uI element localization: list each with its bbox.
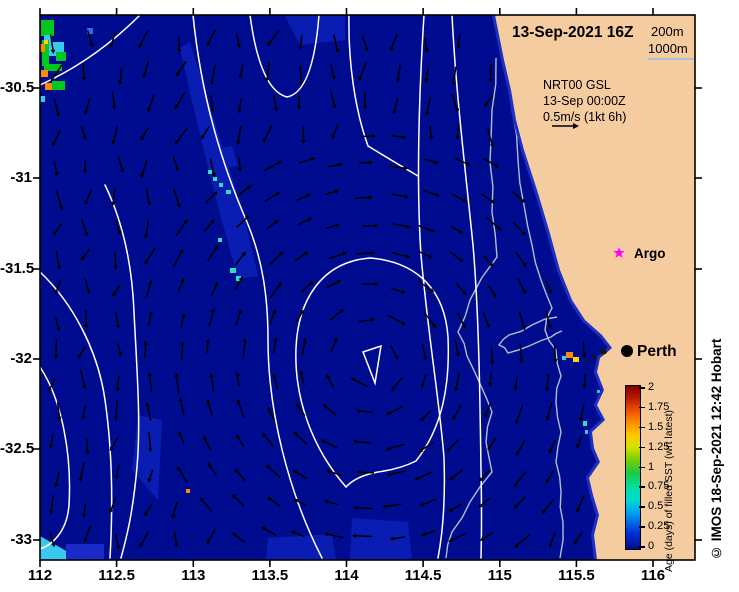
- island: [591, 355, 597, 359]
- sst-age-pixel: [41, 70, 48, 77]
- sst-age-pixel: [186, 489, 190, 493]
- sst-age-pixel: [566, 352, 573, 358]
- colorbar-tick: [639, 466, 645, 468]
- current-arrow: [357, 507, 373, 510]
- sst-age-step-patch: [66, 544, 104, 560]
- sst-age-pixel: [56, 52, 66, 61]
- model-time: 13-Sep 00:00Z: [543, 94, 626, 108]
- current-arrow: [299, 65, 302, 82]
- x-tick-label: 113.5: [251, 567, 289, 584]
- current-arrow: [238, 156, 241, 168]
- current-arrow: [456, 124, 460, 137]
- colorbar-tick: [639, 406, 645, 409]
- x-tick-label: 115: [487, 567, 512, 584]
- x-tick-label: 113: [181, 567, 206, 584]
- sst-age-pixel: [41, 20, 54, 36]
- colorbar-title: Age (days) of filled SST (wrt latest): [663, 409, 675, 572]
- colorbar-tick: [639, 506, 645, 508]
- perth-city-dot: [621, 345, 633, 357]
- sst-age-light-patch: [266, 534, 336, 560]
- colorbar-tick: [639, 426, 645, 429]
- colorbar-tick: [639, 546, 645, 548]
- map-date-title: 13-Sep-2021 16Z: [512, 24, 634, 41]
- colorbar-tick: [639, 486, 645, 488]
- y-tick-label: -31.5: [0, 260, 35, 277]
- island: [599, 349, 607, 355]
- sst-age-pixel: [52, 81, 65, 90]
- sst-age-pixel: [44, 40, 48, 44]
- current-arrow: [180, 345, 184, 361]
- y-tick-label: -31: [10, 169, 32, 186]
- colorbar-tick-label: 1.5: [648, 420, 664, 433]
- current-arrow: [583, 373, 587, 385]
- current-arrow: [582, 341, 585, 355]
- current-arrow: [55, 338, 58, 356]
- y-tick-label: -32.5: [0, 440, 35, 457]
- sst-age-pixel: [218, 238, 222, 242]
- sst-age-pixel: [562, 356, 566, 360]
- credit-text: © IMOS 18-Sep-2021 12:42 Hobart: [709, 338, 724, 560]
- colorbar-tick: [639, 526, 645, 528]
- current-arrow: [361, 282, 375, 286]
- current-arrow: [429, 125, 432, 137]
- current-arrow: [553, 344, 557, 360]
- colorbar-tick-label: 2: [648, 381, 655, 393]
- current-arrow: [144, 344, 147, 359]
- depth-legend-1000m-line: [648, 58, 694, 60]
- colorbar-tick-label: 1: [648, 460, 655, 473]
- sst-age-pixel: [573, 357, 579, 362]
- vector-scale-label: 0.5m/s (1kt 6h): [543, 110, 627, 124]
- depth-legend-200m: 200m: [651, 24, 684, 39]
- colorbar-tick: [639, 446, 645, 449]
- current-arrow: [360, 471, 375, 474]
- x-tick-label: 112.5: [98, 567, 135, 584]
- sst-age-pixel: [213, 177, 217, 181]
- y-tick-label: -33: [10, 531, 32, 548]
- y-tick-label: -32: [10, 350, 32, 367]
- x-tick-label: 116: [640, 567, 666, 584]
- current-arrow: [82, 63, 85, 78]
- sst-age-pixel: [208, 170, 212, 174]
- sst-age-pixel: [583, 421, 587, 426]
- colorbar-tick-label: 0.5: [648, 500, 664, 513]
- colorbar-tick-label: 0: [648, 540, 655, 552]
- model-name: NRT00 GSL: [543, 78, 611, 92]
- current-arrow: [354, 196, 370, 200]
- current-arrow: [356, 535, 373, 538]
- sst-age-pixel: [226, 190, 231, 194]
- current-arrow: [490, 346, 493, 361]
- current-arrow: [84, 309, 87, 325]
- x-tick-label: 114.5: [404, 567, 442, 584]
- current-arrow: [206, 342, 209, 354]
- y-tick-label: -30.5: [0, 79, 35, 96]
- x-tick-label: 114: [334, 567, 359, 584]
- perth-label: Perth: [637, 343, 677, 360]
- current-arrow: [489, 63, 493, 80]
- sst-age-pixel: [585, 430, 588, 434]
- island: [584, 359, 588, 363]
- sst-age-pixel: [230, 268, 236, 273]
- imos-ocean-current-map: 2 1.75 1.5 1.25 1 0.75 0.5 0.25 0 13-Sep-2021 16…: [0, 0, 739, 592]
- colorbar-tick: [639, 387, 645, 389]
- argo-label: Argo: [634, 246, 666, 261]
- current-arrow: [85, 438, 89, 451]
- x-tick-label: 112: [27, 567, 53, 584]
- depth-legend-1000m: 1000m: [648, 41, 688, 56]
- sst-age-light-patch: [350, 518, 412, 560]
- x-tick-label: 115.5: [558, 567, 595, 584]
- sst-age-pixel: [45, 83, 52, 90]
- sst-age-pixel: [219, 183, 223, 187]
